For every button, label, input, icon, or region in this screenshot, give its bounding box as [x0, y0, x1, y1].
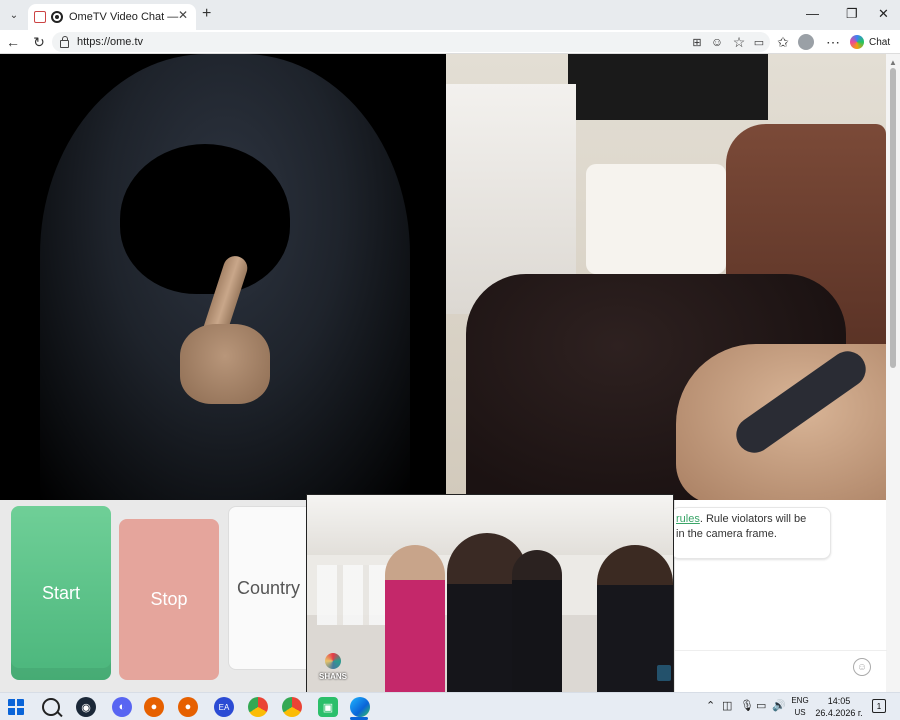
- dancer-pink-dress: [385, 545, 445, 699]
- record-icon: [51, 11, 63, 23]
- chrome-profile-icon[interactable]: [282, 697, 302, 717]
- lock-icon: [60, 36, 69, 48]
- rules-text-2: in the camera frame.: [676, 528, 777, 540]
- chrome-icon[interactable]: [248, 697, 268, 717]
- clock-date: 26.4.2026 г.: [815, 708, 863, 718]
- chat-label: Chat: [869, 36, 891, 48]
- local-video: [0, 54, 446, 500]
- copilot-chat-button[interactable]: Chat: [850, 33, 890, 51]
- security-icon[interactable]: ◫: [722, 699, 732, 712]
- channel-logo-text: SHANS: [319, 672, 348, 681]
- microphone-icon[interactable]: 🎙: [740, 699, 754, 712]
- chat-panel: rules. Rule violators will be in the cam…: [671, 500, 887, 692]
- address-bar[interactable]: https://ome.tv: [52, 32, 770, 52]
- emoji-icon[interactable]: ☺: [708, 33, 726, 51]
- chat-input-divider: [675, 650, 887, 651]
- minimize-button[interactable]: —: [806, 6, 819, 21]
- page-scrollbar[interactable]: ▲: [886, 54, 900, 692]
- camera-icon[interactable]: ▭: [750, 33, 768, 51]
- extensions-icon[interactable]: ⊞: [688, 33, 706, 51]
- lang-region: US: [794, 708, 806, 717]
- copilot-icon: [850, 35, 864, 49]
- partner-video: [446, 54, 886, 500]
- language-indicator[interactable]: ENG US: [788, 695, 812, 719]
- rules-text: . Rule violators will be: [699, 513, 807, 525]
- clock[interactable]: 14:05 26.4.2026 г.: [812, 695, 866, 719]
- steam-icon[interactable]: ◉: [76, 697, 96, 717]
- tab-favicon-icon: [34, 11, 46, 23]
- android-icon[interactable]: ▣: [318, 697, 338, 717]
- edge-icon[interactable]: [350, 697, 370, 717]
- tab-menu-icon[interactable]: ⌄: [4, 5, 24, 25]
- channel-logo-icon: [325, 653, 341, 669]
- watermark-icon: [657, 665, 671, 681]
- tab-close-button[interactable]: ✕: [178, 8, 188, 22]
- profile-icon[interactable]: [798, 34, 814, 50]
- more-icon[interactable]: ⋯: [824, 33, 842, 51]
- country-select[interactable]: Country: [228, 506, 318, 670]
- back-icon[interactable]: ←: [4, 33, 22, 51]
- favorite-icon[interactable]: ☆: [730, 33, 748, 51]
- dancer-background: [512, 550, 562, 699]
- search-icon[interactable]: [42, 698, 60, 716]
- clock-time: 14:05: [827, 696, 851, 706]
- room-pillow: [586, 164, 726, 274]
- notification-icon[interactable]: 1: [872, 699, 886, 713]
- reload-icon[interactable]: ↻: [30, 33, 48, 51]
- volume-icon[interactable]: 🔊: [772, 699, 786, 712]
- rules-link[interactable]: rules: [676, 513, 700, 525]
- stop-button[interactable]: Stop: [119, 519, 219, 680]
- tab-title: OmeTV Video Chat — Omegle: [69, 11, 181, 23]
- collections-icon[interactable]: ✩: [774, 33, 792, 51]
- firefox-dev-icon[interactable]: ●: [178, 697, 198, 717]
- close-window-button[interactable]: ✕: [878, 6, 889, 22]
- firefox-icon[interactable]: ●: [144, 697, 164, 717]
- country-label: Country: [237, 577, 301, 598]
- new-tab-button[interactable]: +: [202, 5, 211, 23]
- start-button[interactable]: Start: [11, 506, 111, 680]
- hood-shadow: [120, 144, 290, 294]
- scroll-thumb[interactable]: [890, 68, 896, 368]
- channel-logo: SHANS: [319, 653, 347, 687]
- hand: [180, 324, 270, 404]
- scroll-up-icon[interactable]: ▲: [889, 58, 897, 67]
- tab-strip: ⌄ OmeTV Video Chat — Omegle ✕ + — ❐ ✕: [0, 0, 900, 30]
- overlay-video[interactable]: SHANS: [306, 494, 674, 700]
- restore-button[interactable]: ❐: [846, 6, 858, 22]
- discord-icon[interactable]: ◐: [112, 697, 132, 717]
- browser-tab[interactable]: OmeTV Video Chat — Omegle: [28, 4, 196, 30]
- url-text: https://ome.tv: [77, 36, 144, 48]
- screen: ⌄ OmeTV Video Chat — Omegle ✕ + — ❐ ✕ ← …: [0, 0, 900, 720]
- rules-message: rules. Rule violators will be in the cam…: [671, 507, 831, 559]
- lang-code: ENG: [791, 696, 809, 705]
- emoji-picker-icon[interactable]: ☺: [853, 658, 871, 676]
- ea-icon[interactable]: EA: [214, 697, 234, 717]
- windows-icon[interactable]: [8, 699, 24, 715]
- tray-chevron-icon[interactable]: ⌃: [706, 699, 715, 712]
- browser-toolbar: ← ↻ https://ome.tv ⊞ ☺ ☆ ▭ ✩ ⋯ Chat: [0, 30, 900, 54]
- network-icon[interactable]: ▭: [756, 699, 766, 712]
- taskbar: ◉ ◐ ● ● EA ▣ ⌃ ◫ 🎙 ▭ 🔊 ENG US 14:05 26.4…: [0, 692, 900, 720]
- room-tv: [568, 54, 768, 120]
